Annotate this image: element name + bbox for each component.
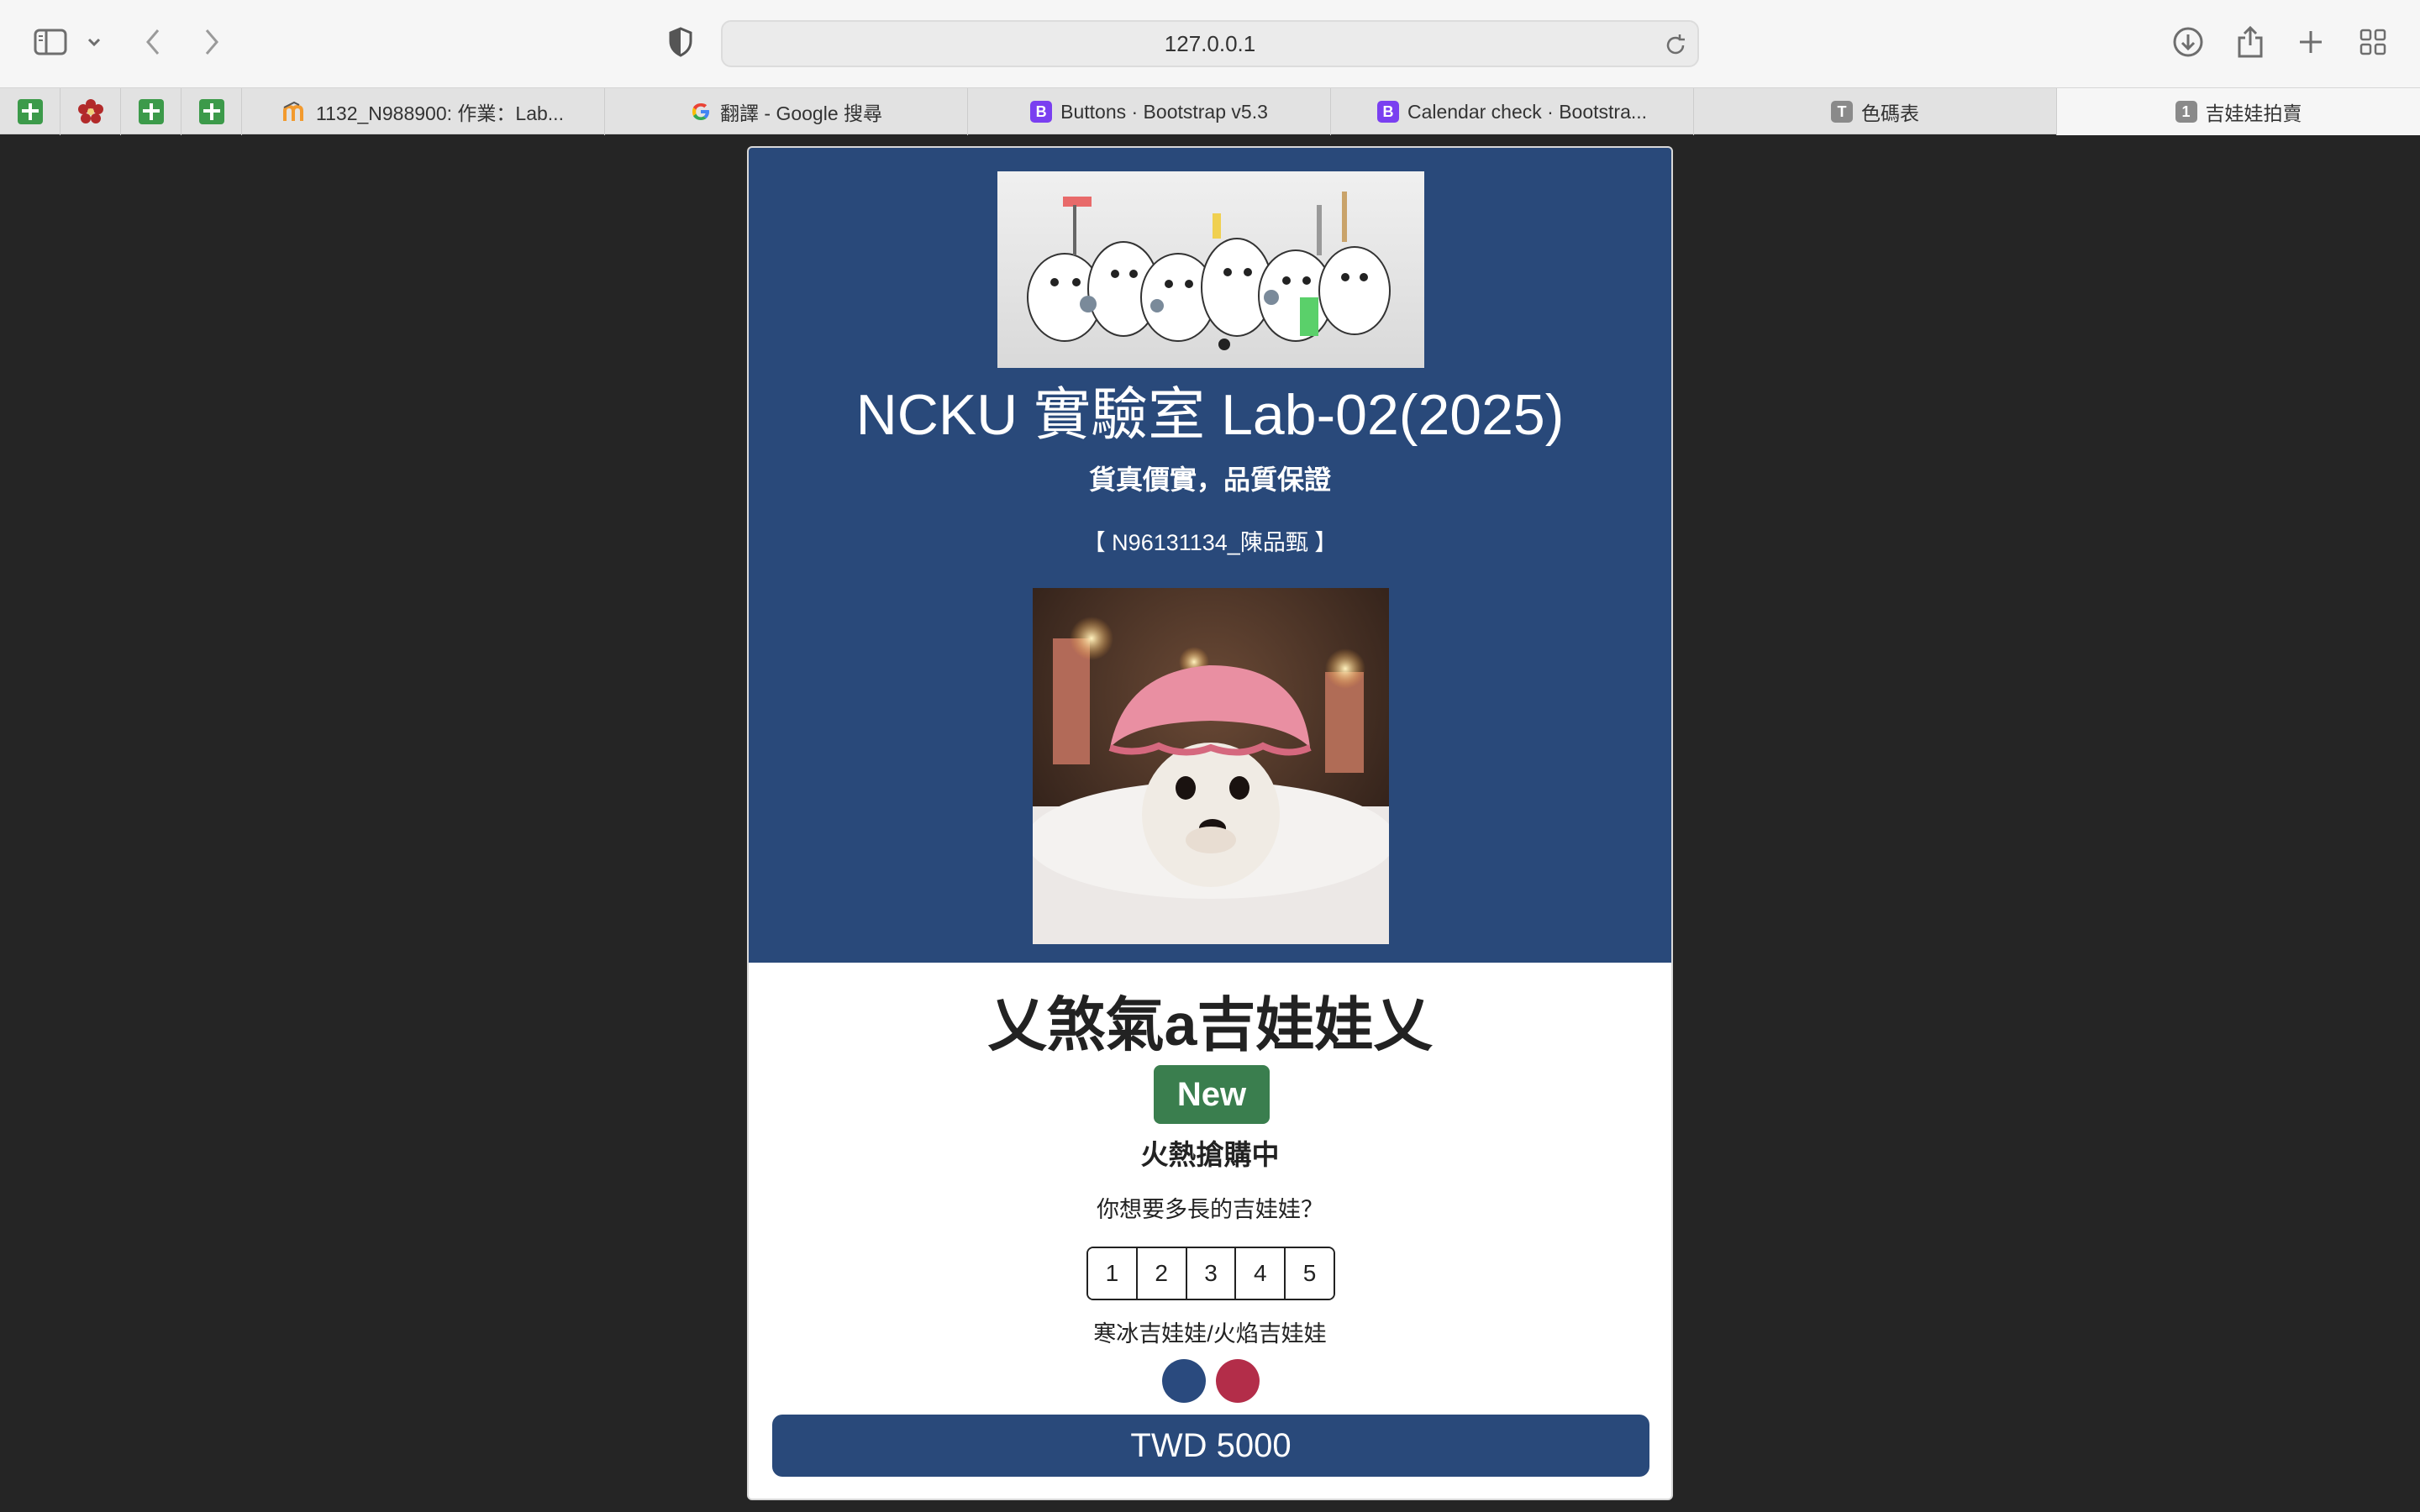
tab-label: 翻譯 - Google 搜尋 bbox=[720, 102, 882, 124]
tab-overview-icon[interactable] bbox=[2349, 18, 2396, 66]
url-text: 127.0.0.1 bbox=[1164, 30, 1256, 56]
color-options-label: 寒冰吉娃娃/火焰吉娃娃 bbox=[1093, 1321, 1327, 1347]
size-question: 你想要多長的吉娃娃？ bbox=[1097, 1197, 1323, 1222]
back-icon[interactable] bbox=[129, 18, 176, 66]
privacy-shield-icon[interactable] bbox=[657, 18, 704, 66]
tab-color-table[interactable]: T 色碼表 bbox=[1694, 88, 2057, 135]
tab-moodle[interactable]: 1132_N988900: 作業：Lab... bbox=[242, 88, 605, 135]
size-option-1[interactable]: 1 bbox=[1088, 1248, 1138, 1299]
tab-bar: 1132_N988900: 作業：Lab... 翻譯 - Google 搜尋 B… bbox=[0, 87, 2420, 135]
buy-price-button[interactable]: TWD 5000 bbox=[772, 1415, 1649, 1477]
hero-section: NCKU 實驗室 Lab-02(2025) 貨真價實，品質保證 【 N96131… bbox=[749, 148, 1671, 963]
plum-blossom-icon bbox=[77, 99, 103, 123]
chihuahua-photo bbox=[1033, 588, 1389, 944]
address-bar[interactable]: 127.0.0.1 bbox=[721, 20, 1699, 67]
site-title: NCKU 實驗室 Lab-02(2025) bbox=[855, 383, 1565, 447]
pinned-tab-sheets-3[interactable] bbox=[182, 88, 242, 135]
color-swatch-fire[interactable] bbox=[1216, 1359, 1260, 1403]
sale-status: 火熱搶購中 bbox=[1140, 1139, 1280, 1170]
size-button-group: 1 2 3 4 5 bbox=[1086, 1247, 1335, 1300]
tab-bootstrap-buttons[interactable]: B Buttons · Bootstrap v5.3 bbox=[968, 88, 1331, 135]
browser-toolbar: 127.0.0.1 bbox=[0, 0, 2420, 87]
site-slogan: 貨真價實，品質保證 bbox=[1088, 465, 1331, 495]
product-name: 乂煞氣a吉娃娃乂 bbox=[987, 992, 1433, 1058]
product-card: NCKU 實驗室 Lab-02(2025) 貨真價實，品質保證 【 N96131… bbox=[747, 146, 1673, 1500]
spreadsheet-icon bbox=[198, 99, 224, 124]
size-option-2[interactable]: 2 bbox=[1137, 1248, 1187, 1299]
tab-label: 吉娃娃拍賣 bbox=[2205, 102, 2302, 124]
share-icon[interactable] bbox=[2227, 18, 2274, 66]
download-icon[interactable] bbox=[2165, 18, 2212, 66]
sidebar-toggle-icon[interactable] bbox=[27, 18, 74, 66]
tab-chihuahua-auction[interactable]: 1 吉娃娃拍賣 bbox=[2057, 88, 2420, 135]
bootstrap-icon: B bbox=[1376, 101, 1399, 123]
site-letter-icon: T bbox=[1831, 101, 1853, 123]
tab-bootstrap-calendar[interactable]: B Calendar check · Bootstra... bbox=[1331, 88, 1694, 135]
reload-icon[interactable] bbox=[1662, 32, 1689, 59]
lab-banner-illustration bbox=[997, 171, 1424, 368]
bootstrap-icon: B bbox=[1030, 101, 1053, 123]
spreadsheet-icon bbox=[138, 99, 164, 124]
forward-icon[interactable] bbox=[188, 18, 235, 66]
new-badge: New bbox=[1154, 1065, 1270, 1124]
pinned-tab-flower[interactable] bbox=[60, 88, 121, 135]
tab-google-translate[interactable]: 翻譯 - Google 搜尋 bbox=[605, 88, 968, 135]
site-letter-icon: 1 bbox=[2175, 101, 2197, 123]
tab-label: Buttons · Bootstrap v5.3 bbox=[1060, 100, 1268, 123]
color-swatch-ice[interactable] bbox=[1162, 1359, 1206, 1403]
spreadsheet-icon bbox=[17, 99, 43, 124]
size-option-5[interactable]: 5 bbox=[1286, 1248, 1334, 1299]
google-icon bbox=[692, 103, 709, 120]
new-tab-icon[interactable] bbox=[2287, 18, 2334, 66]
tab-label: 色碼表 bbox=[1861, 102, 1919, 124]
student-id: 【 N96131134_陳品甄 】 bbox=[1082, 530, 1338, 555]
size-option-3[interactable]: 3 bbox=[1186, 1248, 1237, 1299]
tab-label: 1132_N988900: 作業：Lab... bbox=[316, 102, 564, 124]
moodle-icon bbox=[283, 101, 304, 121]
size-option-4[interactable]: 4 bbox=[1236, 1248, 1286, 1299]
pinned-tab-sheets-1[interactable] bbox=[0, 88, 60, 135]
tab-label: Calendar check · Bootstra... bbox=[1407, 100, 1648, 123]
pinned-tab-sheets-2[interactable] bbox=[121, 88, 182, 135]
chevron-down-icon[interactable] bbox=[74, 18, 114, 66]
